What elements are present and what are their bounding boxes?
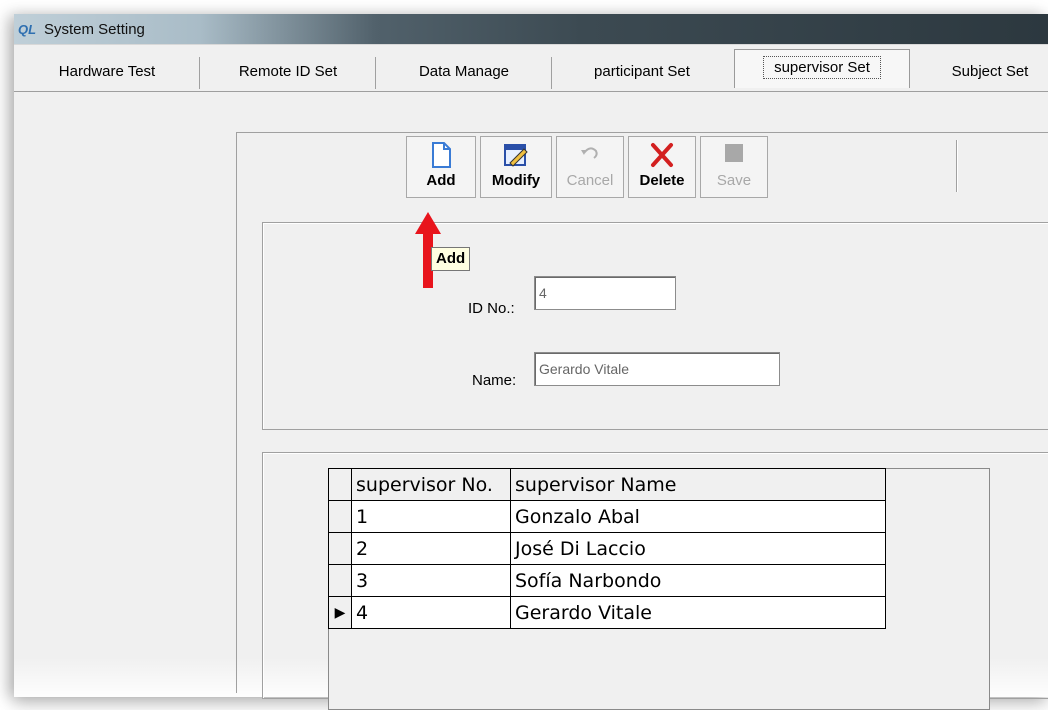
cell-name[interactable]: Gonzalo Abal [510, 500, 886, 533]
tab-subject-set[interactable]: Subject Set [920, 55, 1048, 89]
edit-icon [481, 141, 551, 171]
window-title: System Setting [44, 21, 145, 38]
title-bar[interactable]: QL System Setting [14, 14, 1048, 44]
current-row-marker-icon[interactable]: ▶ [328, 596, 352, 629]
tab-supervisor-set[interactable]: supervisor Set [734, 49, 910, 88]
table-row[interactable]: 1 Gonzalo Abal [328, 500, 886, 533]
cell-no[interactable]: 3 [351, 564, 511, 597]
column-header-name[interactable]: supervisor Name [510, 468, 886, 501]
tab-label: Data Manage [418, 63, 510, 80]
add-tooltip: Add [431, 247, 471, 271]
delete-x-icon [629, 141, 695, 171]
cell-no[interactable]: 4 [351, 596, 511, 629]
tab-label: participant Set [594, 63, 690, 80]
save-button[interactable]: Save [700, 136, 768, 198]
table-row[interactable]: 2 José Di Laccio [328, 532, 886, 565]
supervisor-grid: supervisor No. supervisor Name 1 Gonzalo… [328, 468, 886, 629]
delete-button[interactable]: Delete [628, 136, 696, 198]
tab-remote-id-set[interactable]: Remote ID Set [200, 55, 376, 89]
tab-label: Subject Set [951, 63, 1029, 80]
table-row[interactable]: ▶ 4 Gerardo Vitale [328, 596, 886, 629]
column-header-no[interactable]: supervisor No. [351, 468, 511, 501]
tab-label: supervisor Set [763, 56, 881, 79]
cell-no[interactable]: 2 [351, 532, 511, 565]
tab-label: Remote ID Set [238, 63, 338, 80]
cancel-button[interactable]: Cancel [556, 136, 624, 198]
grid-header-row: supervisor No. supervisor Name [328, 468, 886, 501]
row-header-corner [328, 468, 352, 501]
row-selector[interactable] [328, 500, 352, 533]
save-button-label: Save [716, 172, 752, 189]
app-logo-icon: QL [18, 22, 37, 37]
tab-bar: Hardware Test Remote ID Set Data Manage … [14, 44, 1048, 92]
cell-name[interactable]: Gerardo Vitale [510, 596, 886, 629]
toolbar-divider [956, 140, 957, 192]
id-label: ID No.: [468, 300, 515, 317]
delete-button-label: Delete [639, 172, 685, 189]
add-button[interactable]: Add [406, 136, 476, 198]
row-selector[interactable] [328, 564, 352, 597]
modify-button-label: Modify [491, 172, 541, 189]
cell-name[interactable]: José Di Laccio [510, 532, 886, 565]
id-field[interactable] [534, 276, 676, 310]
name-label: Name: [472, 372, 517, 389]
save-disk-icon [701, 141, 767, 171]
name-field[interactable] [534, 352, 780, 386]
cancel-button-label: Cancel [566, 172, 614, 189]
row-selector[interactable] [328, 532, 352, 565]
modify-button[interactable]: Modify [480, 136, 552, 198]
tab-hardware-test[interactable]: Hardware Test [14, 55, 200, 89]
form-groupbox [262, 222, 1048, 430]
undo-icon [557, 141, 623, 171]
tab-data-manage[interactable]: Data Manage [376, 55, 552, 89]
cell-name[interactable]: Sofía Narbondo [510, 564, 886, 597]
tab-label: Hardware Test [58, 63, 156, 80]
tab-participant-set[interactable]: participant Set [552, 55, 732, 89]
add-button-label: Add [426, 172, 456, 189]
cell-no[interactable]: 1 [351, 500, 511, 533]
new-document-icon [407, 141, 475, 171]
table-row[interactable]: 3 Sofía Narbondo [328, 564, 886, 597]
